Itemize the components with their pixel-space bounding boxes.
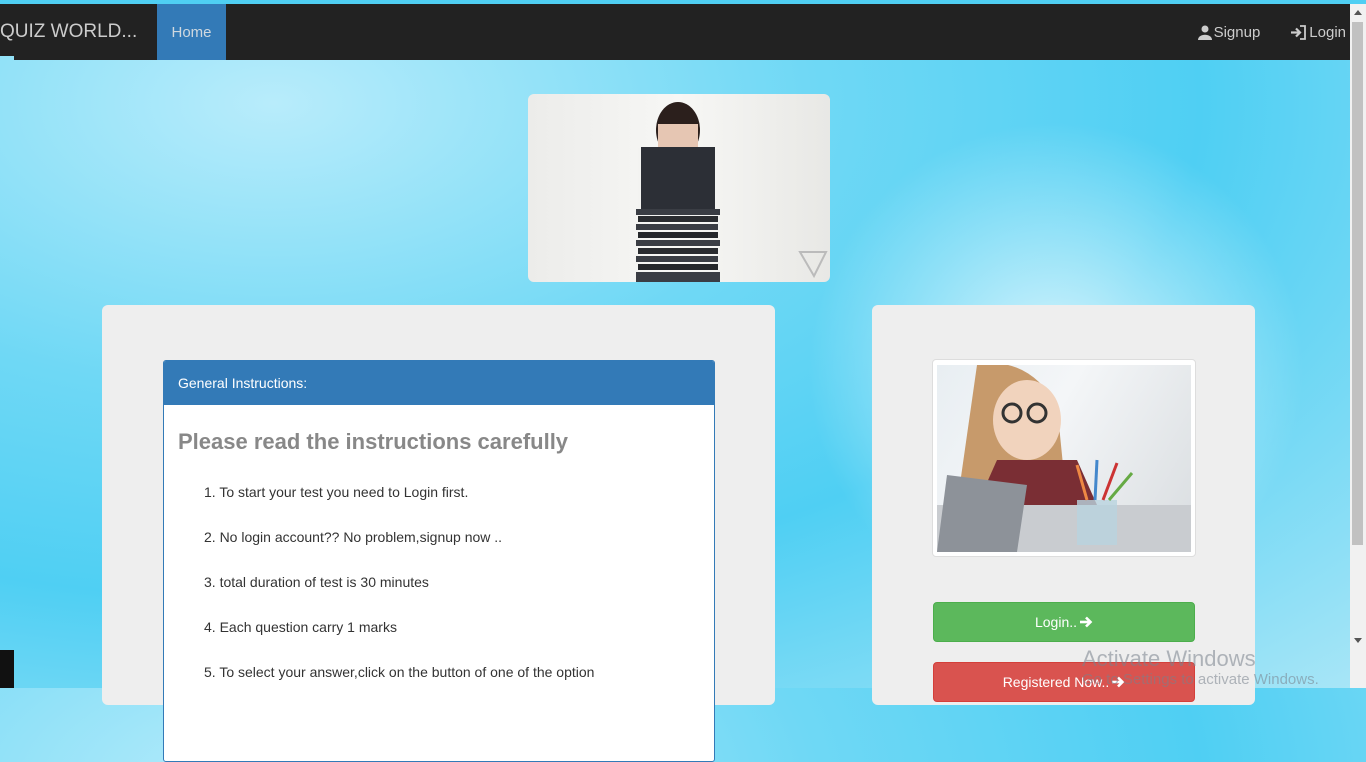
- instructions-title: Please read the instructions carefully: [178, 429, 569, 454]
- instruction-item: 5. To select your answer,click on the bu…: [204, 664, 595, 680]
- instruction-item: 1. To start your test you need to Login …: [204, 484, 469, 500]
- signup-label: Signup: [1213, 23, 1261, 41]
- scroll-down-arrow-icon[interactable]: [1354, 638, 1362, 643]
- instructions-panel: General Instructions: Please read the in…: [102, 305, 775, 762]
- signup-link[interactable]: Signup: [1197, 23, 1261, 41]
- hero-image: [528, 94, 830, 282]
- instruction-item: 3. total duration of test is 30 minutes: [204, 574, 429, 590]
- scrollbar[interactable]: [1350, 4, 1366, 688]
- instruction-item: 4. Each question carry 1 marks: [204, 619, 397, 635]
- scroll-up-arrow-icon[interactable]: [1354, 10, 1362, 15]
- instruction-item: 2. No login account?? No problem,signup …: [204, 529, 503, 545]
- brand-logo[interactable]: QUIZ WORLD...: [0, 21, 151, 43]
- login-label: Login: [1309, 23, 1346, 41]
- login-button-label: Login..: [1034, 614, 1078, 630]
- arrow-right-icon: [1080, 616, 1093, 628]
- activate-windows-watermark: Activate Windows: [1082, 646, 1256, 671]
- side-panel: Login.. Registered Now..: [872, 305, 1255, 705]
- woman-with-laptops-illustration: [636, 102, 828, 282]
- sign-in-icon: [1291, 24, 1307, 40]
- student-at-laptop-illustration: [937, 365, 1191, 552]
- instructions-card: General Instructions: Please read the in…: [163, 360, 715, 762]
- navbar: QUIZ WORLD... Home Signup Login: [0, 4, 1350, 60]
- student-photo: [937, 365, 1191, 552]
- scroll-thumb[interactable]: [1352, 22, 1363, 545]
- photo-thumbnail: [932, 359, 1196, 557]
- instructions-header: General Instructions:: [164, 361, 714, 405]
- activate-windows-subtext: Go to Settings to activate Windows.: [1082, 671, 1319, 688]
- user-icon: [1197, 25, 1212, 40]
- login-link[interactable]: Login: [1290, 24, 1346, 41]
- login-button[interactable]: Login..: [933, 602, 1195, 642]
- bottom-left-edge: [0, 650, 14, 688]
- nav-right: Signup Login: [1168, 4, 1346, 60]
- nav-home-link[interactable]: Home: [157, 4, 226, 60]
